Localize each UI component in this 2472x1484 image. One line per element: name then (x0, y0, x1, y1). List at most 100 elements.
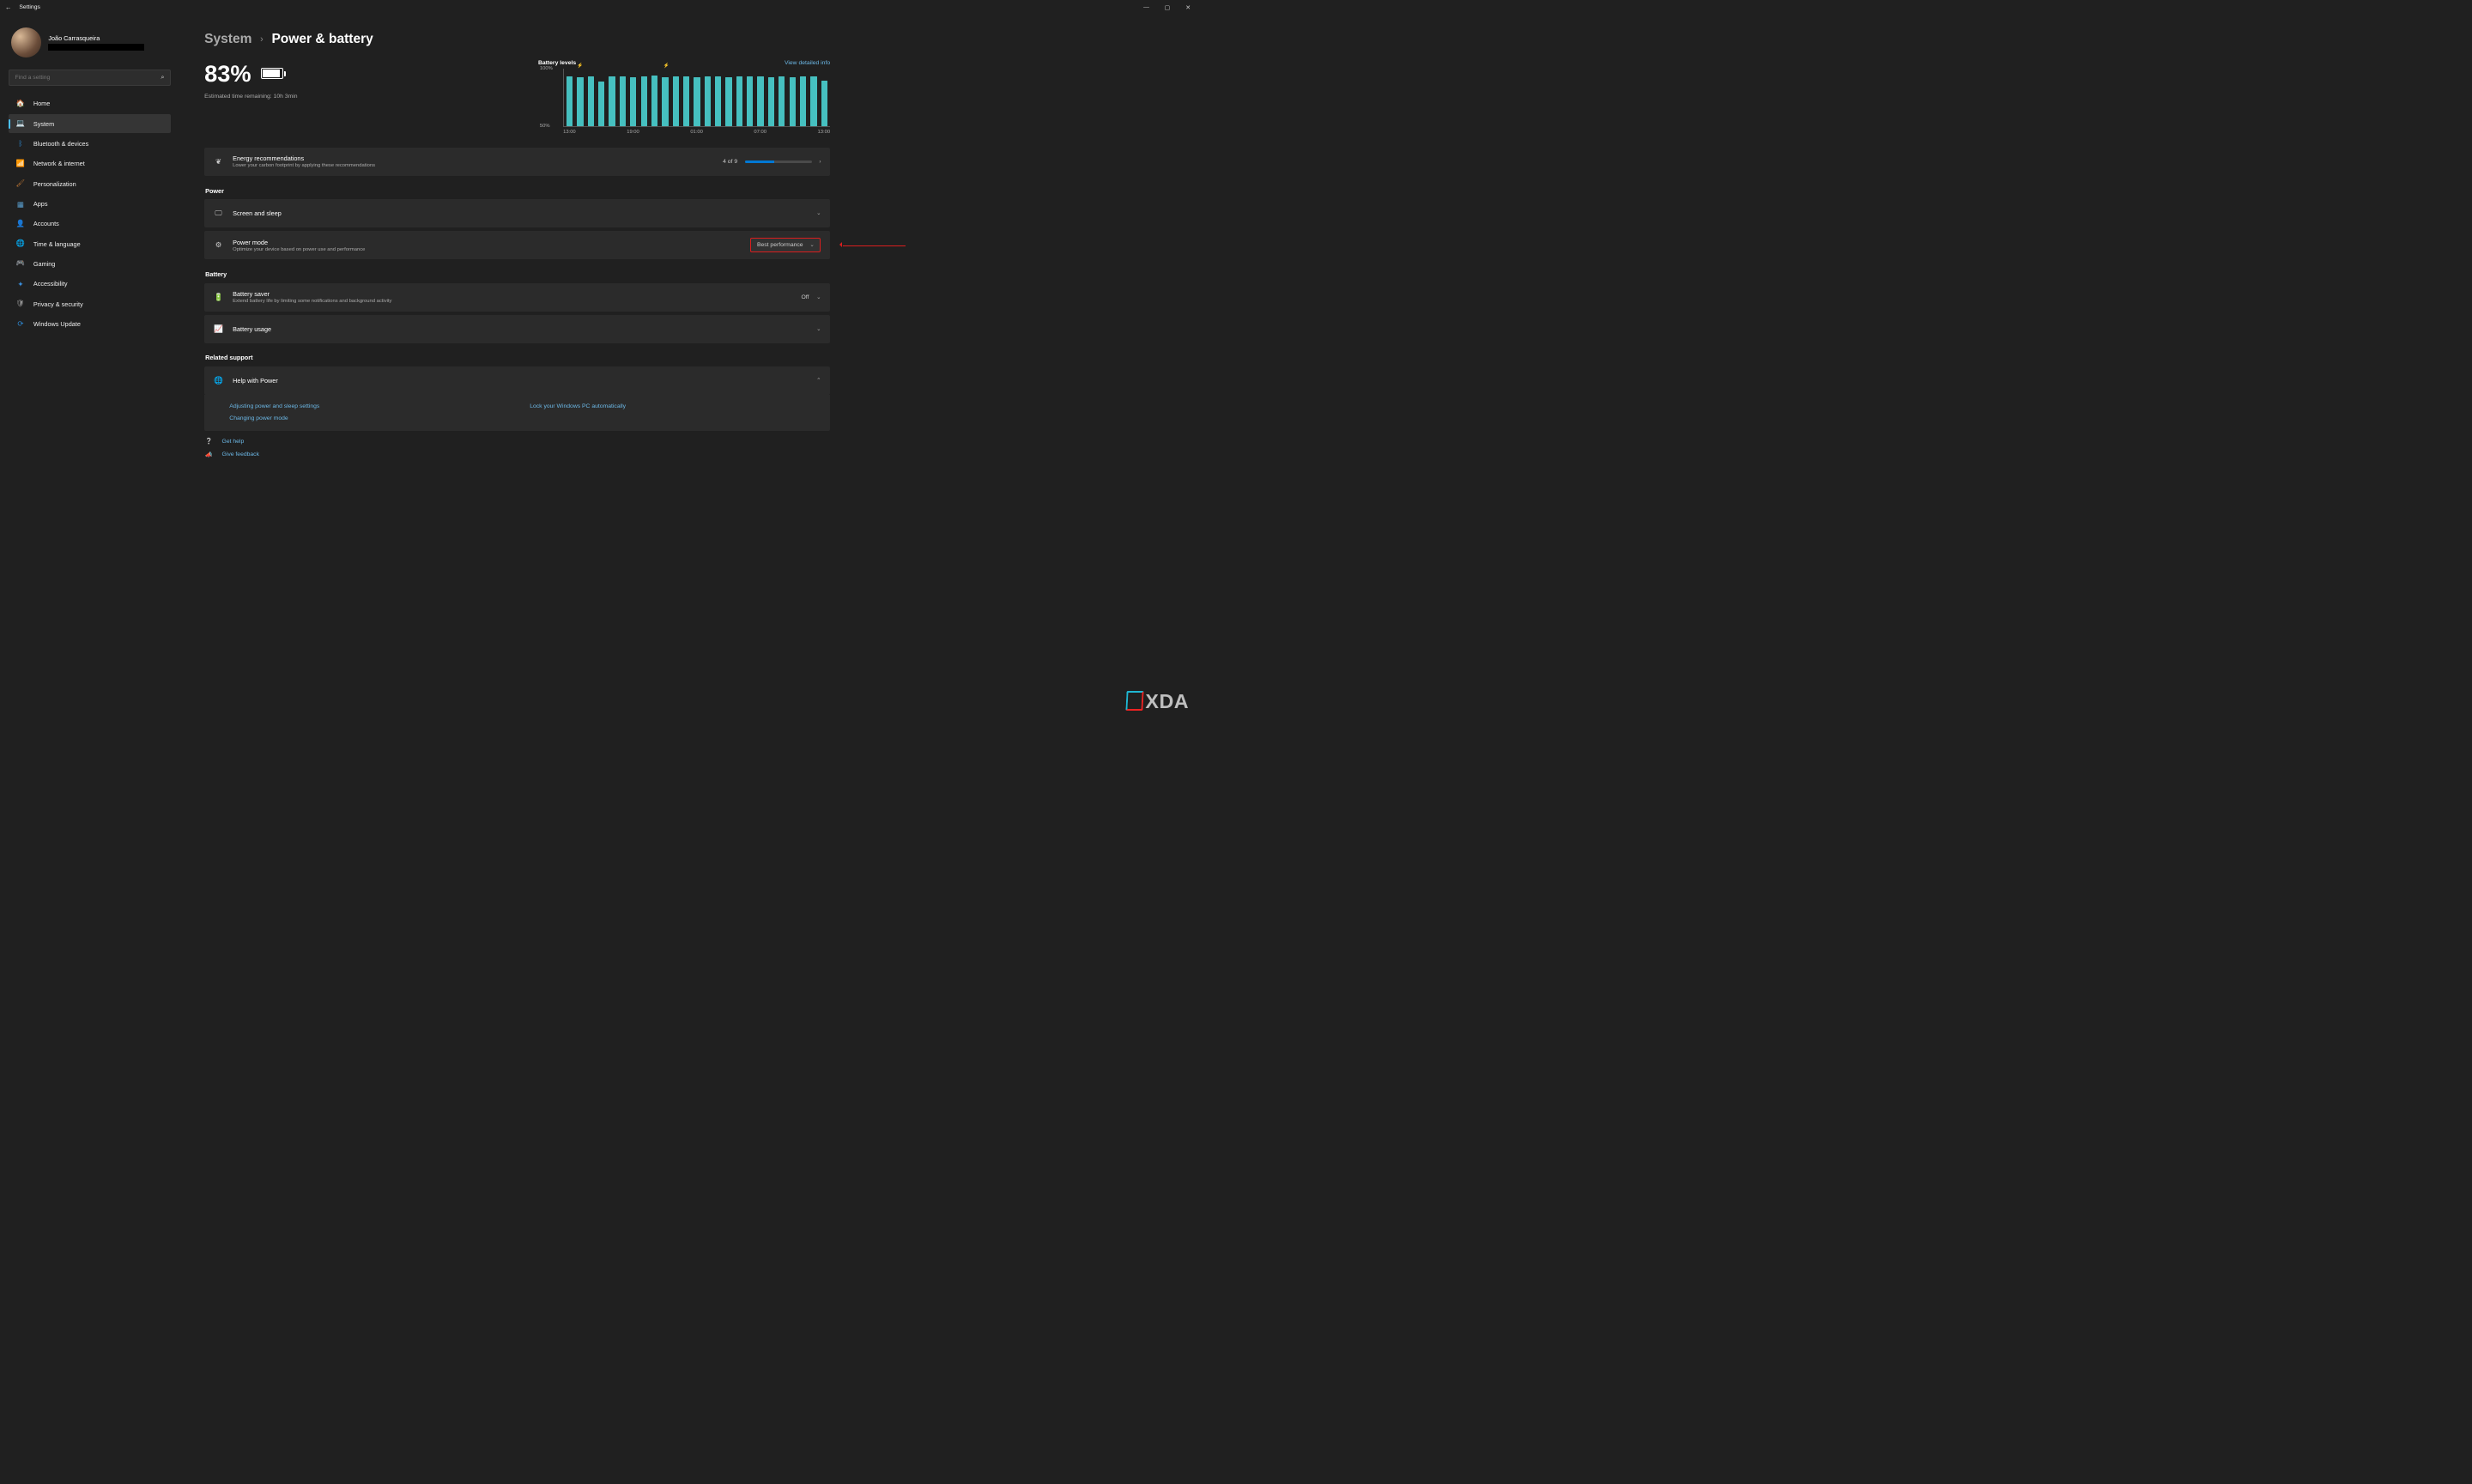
search-field[interactable] (15, 75, 161, 81)
help-link-sleep[interactable]: Adjusting power and sleep settings (229, 403, 505, 409)
chart-bar (810, 76, 816, 127)
nav-icon: 🎮 (15, 259, 25, 269)
screen-sleep-row[interactable]: 🖵 Screen and sleep ⌄ (204, 199, 830, 227)
chevron-down-icon: ⌄ (816, 210, 821, 216)
sidebar-item-personalization[interactable]: 🖌Personalization (9, 174, 172, 193)
row-title: Battery usage (233, 325, 807, 333)
chevron-right-icon: › (260, 34, 264, 45)
page-title: Power & battery (271, 32, 373, 47)
sidebar-item-network-internet[interactable]: 📶 Network & internet (9, 154, 172, 173)
chevron-right-icon: › (819, 159, 821, 165)
nav-label: Privacy & security (33, 300, 83, 308)
nav-icon: 🛡 (15, 300, 25, 309)
nav-icon: 🌐 (15, 239, 25, 249)
chevron-down-icon: ⌄ (816, 294, 821, 300)
row-title: Energy recommendations (233, 154, 713, 162)
power-icon: ⚙ (214, 240, 224, 250)
chart-bar (620, 76, 626, 127)
nav-label: Apps (33, 200, 48, 208)
sidebar-item-privacy-security[interactable]: 🛡 Privacy & security (9, 294, 172, 313)
chevron-down-icon: ⌄ (816, 326, 821, 332)
row-title: Battery saver (233, 290, 792, 298)
nav-icon: ᛒ (15, 139, 25, 148)
battery-saver-value: Off (801, 294, 809, 300)
nav-icon: ⟳ (15, 319, 25, 329)
nav-label: Network & internet (33, 160, 85, 167)
battery-saver-row[interactable]: 🔋 Battery saver Extend battery life by l… (204, 283, 830, 312)
chart-bar (725, 77, 731, 126)
window-title: Settings (19, 4, 40, 10)
x-label: 13:00 (818, 130, 831, 135)
chart-bar (651, 76, 657, 127)
globe-icon: 🌐 (214, 376, 224, 385)
chart-bar (821, 81, 827, 126)
chart-icon: 📈 (214, 324, 224, 334)
chart-bar (630, 77, 636, 126)
titlebar: ← Settings — ▢ ✕ (0, 0, 1202, 15)
sidebar-item-accessibility[interactable]: ✦Accessibility (9, 275, 172, 294)
sidebar-item-windows-update[interactable]: ⟳ Windows Update (9, 314, 172, 333)
main-content: System › Power & battery 83% Estimated t… (179, 15, 847, 475)
section-support: Related support (205, 354, 830, 361)
search-input[interactable]: ⌕ (9, 70, 172, 86)
search-icon: ⌕ (161, 73, 164, 82)
breadcrumb: System › Power & battery (204, 32, 830, 47)
chart-bar (705, 76, 711, 127)
sidebar-item-bluetooth-devices[interactable]: ᛒ Bluetooth & devices (9, 134, 172, 153)
energy-count: 4 of 9 (723, 159, 737, 165)
help-link-mode[interactable]: Changing power mode (229, 415, 505, 421)
nav-label: Gaming (33, 260, 56, 268)
sidebar-item-time-language[interactable]: 🌐Time & language (9, 234, 172, 253)
row-title: Screen and sleep (233, 209, 807, 217)
chart-bar (736, 76, 742, 127)
charging-icon: ⚡ (663, 64, 670, 69)
nav-label: Personalization (33, 180, 76, 188)
nav-icon: ✦ (15, 279, 25, 288)
help-power-row[interactable]: 🌐 Help with Power ⌃ (204, 366, 830, 395)
avatar (11, 27, 41, 58)
row-title: Power mode (233, 239, 741, 246)
chart-bar (683, 76, 689, 127)
chevron-up-icon: ⌃ (816, 378, 821, 384)
row-title: Help with Power (233, 377, 807, 385)
sidebar-item-system[interactable]: 💻System (9, 114, 172, 133)
help-link-lock[interactable]: Lock your Windows PC automatically (530, 403, 805, 409)
energy-recommendations-row[interactable]: ❦ Energy recommendations Lower your carb… (204, 148, 830, 176)
nav-icon: 📶 (15, 160, 25, 169)
nav-icon: 👤 (15, 220, 25, 229)
x-label: 13:00 (563, 130, 576, 135)
chart-bar (588, 76, 594, 127)
screen-icon: 🖵 (214, 209, 224, 218)
sidebar-item-home[interactable]: 🏠Home (9, 94, 172, 113)
row-subtitle: Extend battery life by limiting some not… (233, 299, 792, 304)
row-subtitle: Optimize your device based on power use … (233, 247, 741, 252)
give-feedback-link[interactable]: 📣 Give feedback (204, 451, 830, 458)
feedback-icon: 📣 (204, 451, 214, 458)
user-profile[interactable]: João Carrasqueira (9, 27, 172, 58)
sidebar-item-accounts[interactable]: 👤Accounts (9, 215, 172, 233)
time-remaining-label: Estimated time remaining: (204, 94, 272, 100)
chart-bar (747, 76, 753, 127)
nav-label: Windows Update (33, 320, 81, 328)
user-email-redacted (48, 44, 144, 51)
back-icon[interactable]: ← (5, 3, 12, 11)
minimize-button[interactable]: — (1142, 4, 1151, 11)
y-label: 50% (540, 124, 553, 129)
get-help-link[interactable]: ❔ Get help (204, 438, 830, 445)
x-label: 19:00 (627, 130, 639, 135)
chart-bar (757, 76, 763, 127)
breadcrumb-root[interactable]: System (204, 32, 251, 47)
power-mode-dropdown[interactable]: Best performance ⌄ (750, 238, 821, 252)
nav-label: Bluetooth & devices (33, 140, 88, 148)
nav-label: Home (33, 100, 50, 107)
section-power: Power (205, 187, 830, 195)
time-remaining-value: 10h 3min (274, 94, 298, 100)
sidebar-item-apps[interactable]: ▦Apps (9, 194, 172, 213)
x-label: 07:00 (754, 130, 766, 135)
power-mode-row[interactable]: ⚙ Power mode Optimize your device based … (204, 231, 830, 259)
sidebar-item-gaming[interactable]: 🎮 Gaming (9, 254, 172, 273)
close-button[interactable]: ✕ (1184, 4, 1192, 11)
chart-bar (800, 76, 806, 127)
maximize-button[interactable]: ▢ (1163, 4, 1172, 11)
battery-usage-row[interactable]: 📈 Battery usage ⌄ (204, 315, 830, 343)
